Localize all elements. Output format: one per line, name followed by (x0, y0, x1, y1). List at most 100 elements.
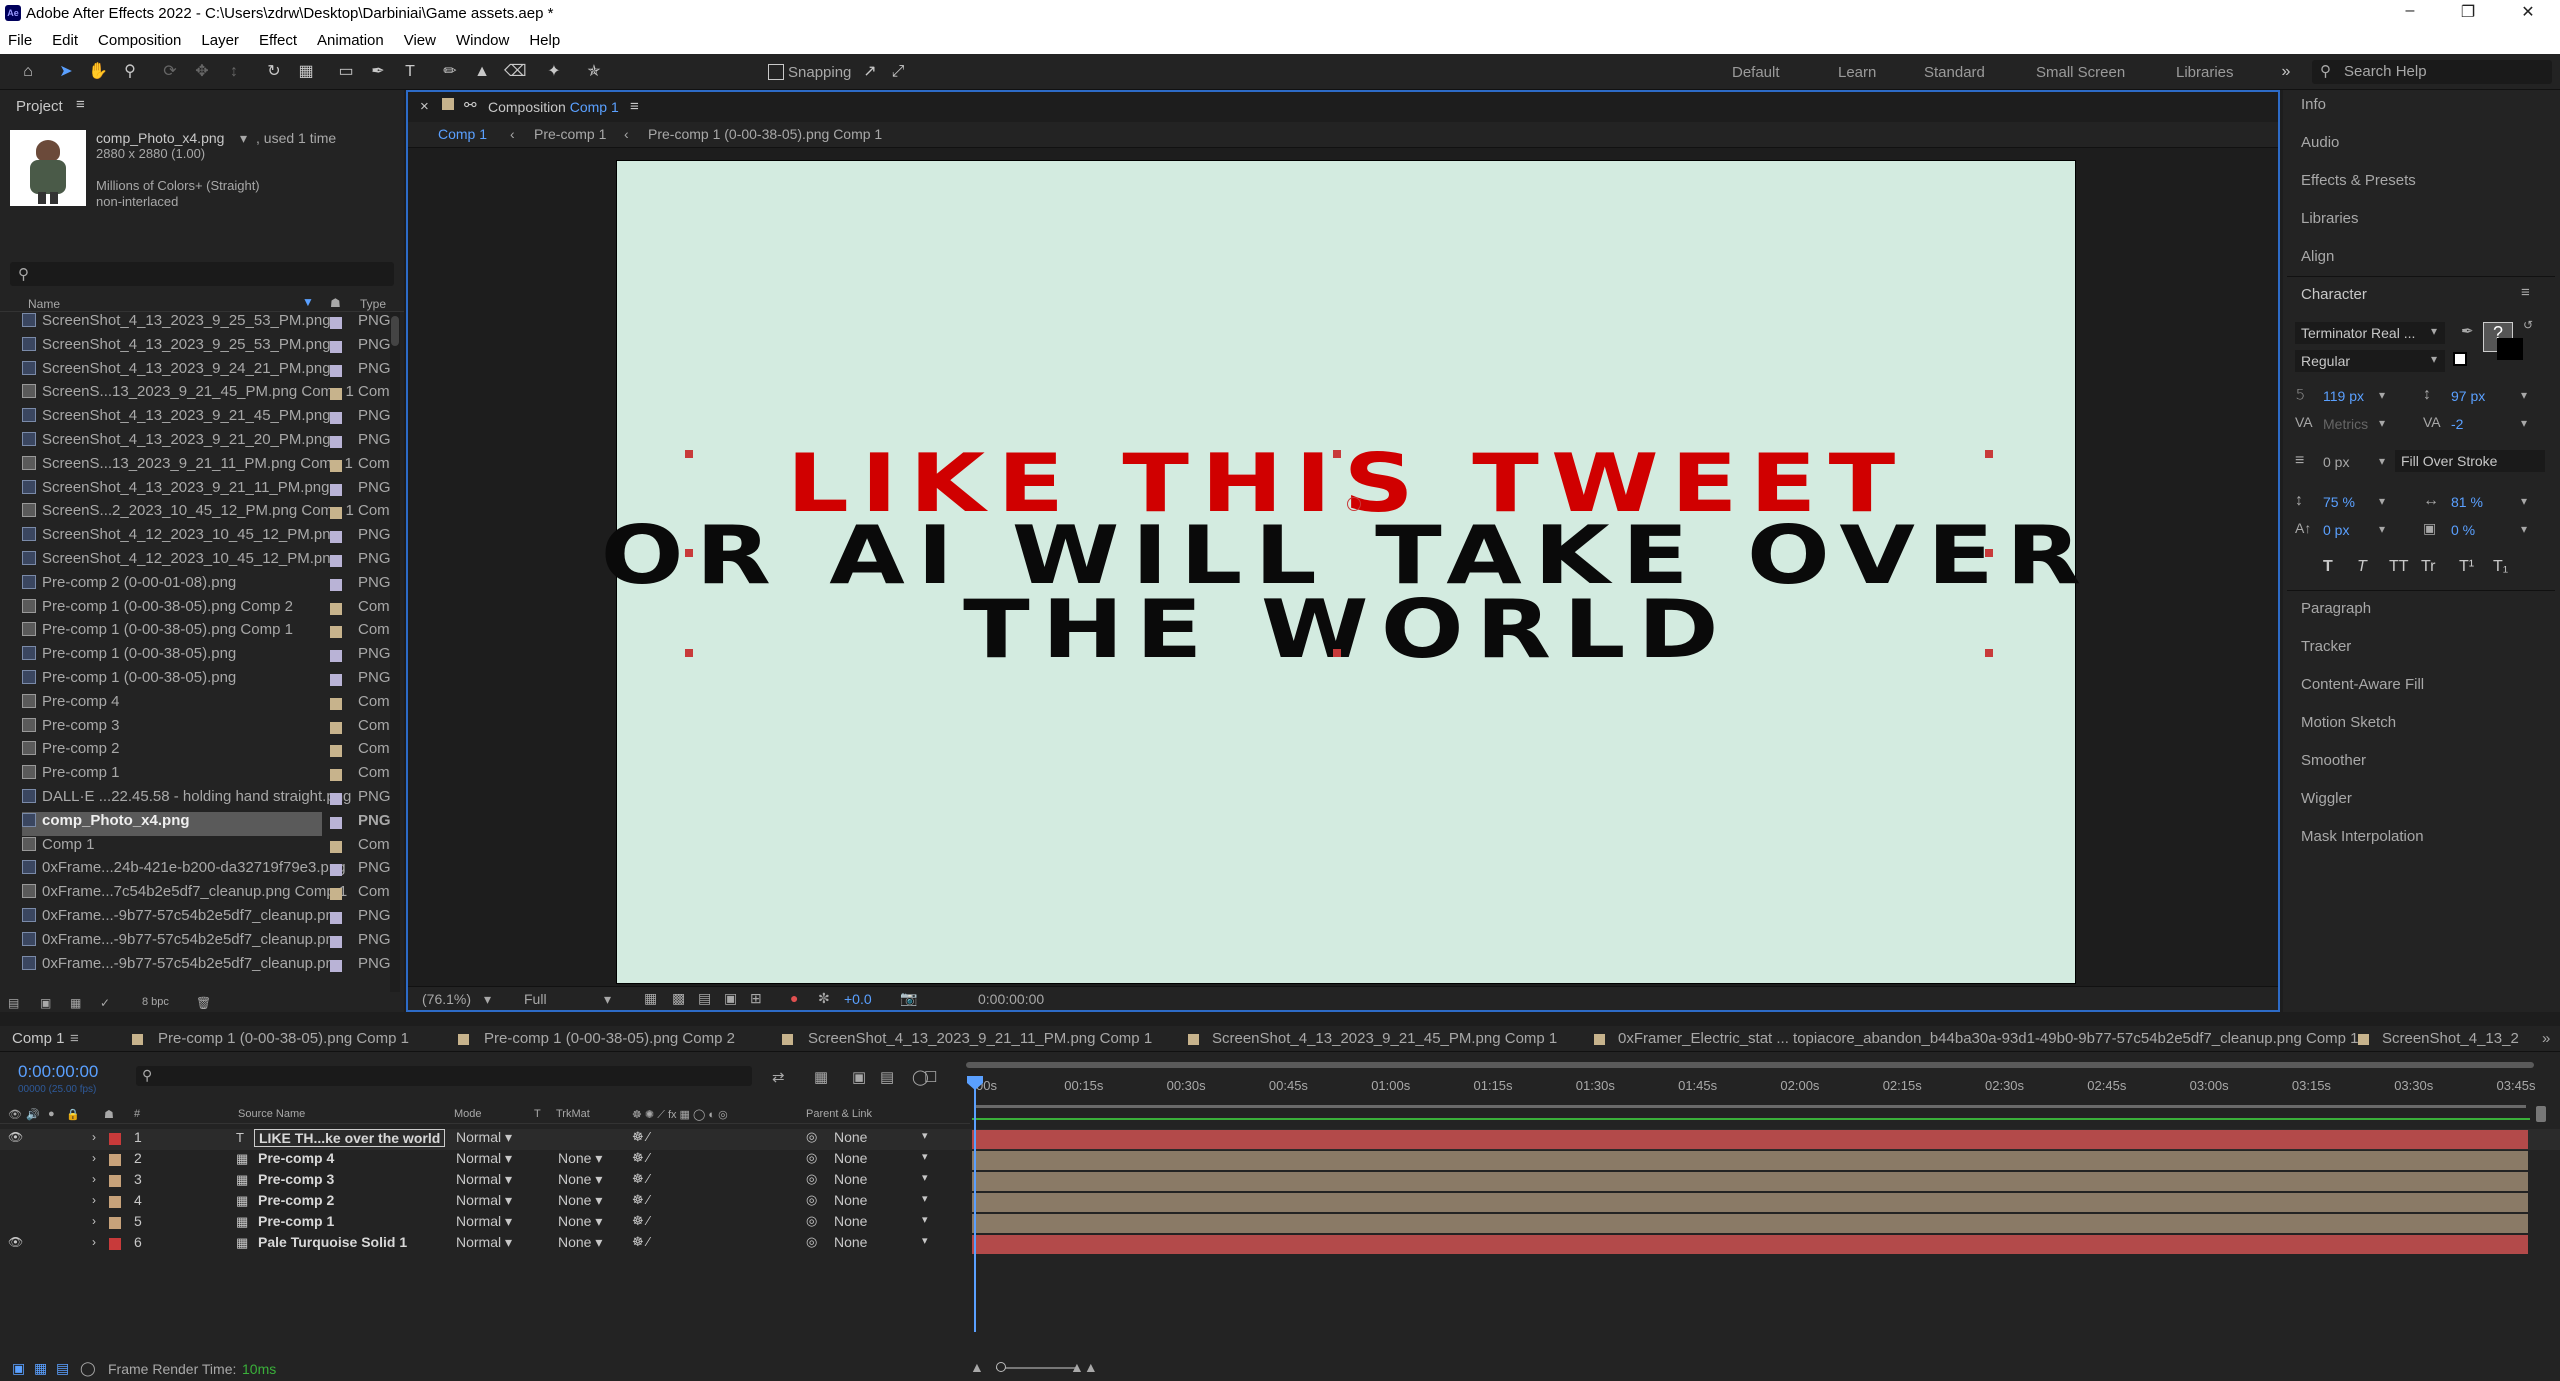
panel-menu-icon[interactable]: ≡ (76, 96, 85, 113)
content-aware-fill-panel-tab[interactable]: Content-Aware Fill (2301, 676, 2424, 693)
hand-tool-icon[interactable]: ✋ (88, 62, 108, 82)
smoother-panel-tab[interactable]: Smoother (2301, 752, 2366, 769)
time-ruler[interactable]: 00s 00:15s 00:30s 00:45s 01:00s 01:15s 01:30s 0… (0, 1026, 2560, 1106)
track-matte-dropdown[interactable]: None ▾ (558, 1171, 602, 1188)
libraries-panel-tab[interactable]: Libraries (2301, 210, 2359, 227)
project-item[interactable]: ScreenS...2_2023_10_45_12_PM.png Comp 1C… (22, 502, 392, 526)
subscript-button[interactable]: T₁ (2493, 558, 2508, 576)
label-color[interactable] (330, 674, 342, 686)
wiggler-panel-tab[interactable]: Wiggler (2301, 790, 2352, 807)
project-item[interactable]: Pre-comp 1 (0-00-38-05).png Comp 1 Com (22, 621, 392, 645)
timeline-layer-row[interactable]: › 2 ▦ Pre-comp 4 Normal ▾ None ▾ ☸ ⁄ ◎ None ▾ (0, 1150, 2560, 1171)
sort-arrow-icon[interactable]: ▼ (302, 295, 314, 309)
effects-presets-panel-tab[interactable]: Effects & Presets (2301, 172, 2416, 189)
bounding-handle[interactable] (1985, 450, 1993, 458)
workspace-libraries[interactable]: Libraries (2176, 64, 2234, 81)
eyedropper-icon[interactable]: ✒ (2461, 322, 2474, 340)
composition-canvas[interactable]: LIKE THIS TWEET OR AI WILL TAKE OVER THE… (601, 160, 2081, 984)
parent-dropdown[interactable]: None (834, 1234, 867, 1250)
expand-twirl-icon[interactable]: › (92, 1235, 96, 1249)
bounding-handle[interactable] (685, 450, 693, 458)
menu-animation[interactable]: Animation (317, 32, 384, 49)
resolution-dropdown[interactable]: Full (524, 991, 547, 1007)
project-item[interactable]: 0xFrame...-9b77-57c54b2e5df7_cleanup.png… (22, 907, 392, 931)
workspace-small-screen[interactable]: Small Screen (2036, 64, 2125, 81)
project-item[interactable]: Pre-comp 1 (0-00-38-05).png PNG (22, 669, 392, 693)
close-tab-icon[interactable]: × (420, 98, 429, 115)
label-color[interactable] (330, 840, 342, 853)
snapping-checkbox[interactable] (768, 64, 784, 80)
stroke-mode-dropdown[interactable]: Fill Over Stroke (2395, 450, 2545, 472)
breadcrumb-pre-comp-1[interactable]: Pre-comp 1 (534, 126, 606, 142)
pick-whip-icon[interactable]: ◎ (806, 1213, 817, 1229)
pick-whip-icon[interactable]: ◎ (806, 1129, 817, 1145)
clone-stamp-tool-icon[interactable]: ▲ (472, 62, 492, 82)
project-item[interactable]: ScreenShot_4_13_2023_9_25_53_PM.png PNG (22, 336, 392, 360)
label-color[interactable] (330, 697, 342, 710)
menu-window[interactable]: Window (456, 32, 509, 49)
layer-source-name[interactable]: Pre-comp 4 (258, 1150, 334, 1166)
layer-mode-dropdown[interactable]: Normal ▾ (456, 1213, 512, 1230)
label-color[interactable] (330, 436, 342, 448)
layer-label-color[interactable] (109, 1175, 121, 1187)
small-caps-button[interactable]: Tr (2421, 558, 2436, 576)
roto-brush-tool-icon[interactable]: ✦ (544, 62, 564, 82)
menu-composition[interactable]: Composition (98, 32, 181, 49)
close-icon[interactable]: ✕ (2518, 2, 2538, 22)
name-column-header[interactable]: Name (28, 297, 60, 311)
pen-tool-icon[interactable]: ✒ (368, 62, 388, 82)
label-color[interactable] (330, 793, 342, 805)
anchor-point-tool-icon[interactable]: ▦ (296, 62, 316, 82)
menu-layer[interactable]: Layer (201, 32, 239, 49)
dolly-camera-icon[interactable]: ↕ (224, 62, 244, 82)
project-search-input[interactable]: ⚲ (10, 262, 394, 286)
layer-source-name[interactable]: LIKE TH...ke over the world (254, 1129, 446, 1147)
tsume-value[interactable]: 0 % (2451, 522, 2475, 538)
project-item[interactable]: Pre-comp 1 (0-00-38-05).png Comp 2 Com (22, 598, 392, 622)
project-item[interactable]: ScreenShot_4_13_2023_9_21_45_PM.png PNG (22, 407, 392, 431)
parent-dropdown[interactable]: None (834, 1171, 867, 1187)
parent-dropdown[interactable]: None (834, 1192, 867, 1208)
label-color[interactable] (330, 602, 342, 615)
layer-source-name[interactable]: Pale Turquoise Solid 1 (258, 1234, 407, 1250)
project-item[interactable]: ScreenShot_4_13_2023_9_21_11_PM.png PNG (22, 479, 392, 503)
label-color[interactable] (330, 816, 342, 829)
pick-whip-icon[interactable]: ◎ (806, 1234, 817, 1250)
bounding-handle[interactable] (1333, 450, 1341, 458)
tracker-panel-tab[interactable]: Tracker (2301, 638, 2351, 655)
project-item[interactable]: ScreenShot_4_12_2023_10_45_12_PM.png PNG (22, 526, 392, 550)
panel-menu-icon[interactable]: ≡ (630, 98, 639, 115)
toggle-switches-icon[interactable]: ▣ (12, 1360, 25, 1377)
project-item[interactable]: ScreenS...13_2023_9_21_45_PM.png Comp 1C… (22, 383, 392, 407)
interpret-footage-icon[interactable]: ▤ (8, 996, 19, 1010)
playhead[interactable] (967, 1076, 983, 1332)
project-item[interactable]: ScreenShot_4_12_2023_10_45_12_PM.png PNG (22, 550, 392, 574)
timeline-layer-row[interactable]: › 4 ▦ Pre-comp 2 Normal ▾ None ▾ ☸ ⁄ ◎ None ▾ (0, 1192, 2560, 1213)
layer-label-color[interactable] (109, 1133, 121, 1145)
project-item[interactable]: 0xFrame...24b-421e-b200-da32719f79e3.png… (22, 859, 392, 883)
layer-duration-bar[interactable] (972, 1214, 2528, 1233)
exposure-value[interactable]: +0.0 (844, 991, 872, 1007)
project-item[interactable]: ScreenS...13_2023_9_21_11_PM.png Comp 1 C… (22, 455, 392, 479)
audio-panel-tab[interactable]: Audio (2301, 134, 2339, 151)
label-color[interactable] (330, 507, 342, 520)
tracking-value[interactable]: -2 (2451, 416, 2463, 432)
faux-bold-button[interactable]: T (2323, 558, 2333, 576)
mask-visibility-icon[interactable]: ▤ (698, 990, 711, 1007)
bounding-handle[interactable] (1985, 649, 1993, 657)
timeline-layer-row[interactable]: › 3 ▦ Pre-comp 3 Normal ▾ None ▾ ☸ ⁄ ◎ None ▾ (0, 1171, 2560, 1192)
project-item[interactable]: comp_Photo_x4.png PNG (22, 811, 391, 836)
bit-depth[interactable]: 8 bpc (142, 996, 169, 1008)
layer-label-color[interactable] (109, 1217, 121, 1229)
layer-duration-bar[interactable] (972, 1193, 2528, 1212)
label-color[interactable] (330, 340, 342, 353)
bounding-handle[interactable] (1333, 649, 1341, 657)
leading-value[interactable]: 97 px (2451, 388, 2485, 404)
label-color[interactable] (330, 650, 342, 663)
timeline-layer-row[interactable]: 👁 › 1 T LIKE TH...ke over the world Normal ▾ ☸… (0, 1129, 2560, 1150)
project-item[interactable]: 0xFrame...7c54b2e5df7_cleanup.png Comp 1… (22, 883, 392, 907)
snapshot-icon[interactable]: 📷 (900, 990, 917, 1007)
menu-help[interactable]: Help (529, 32, 560, 49)
orbit-camera-icon[interactable]: ⟳ (160, 62, 180, 82)
menu-edit[interactable]: Edit (52, 32, 78, 49)
